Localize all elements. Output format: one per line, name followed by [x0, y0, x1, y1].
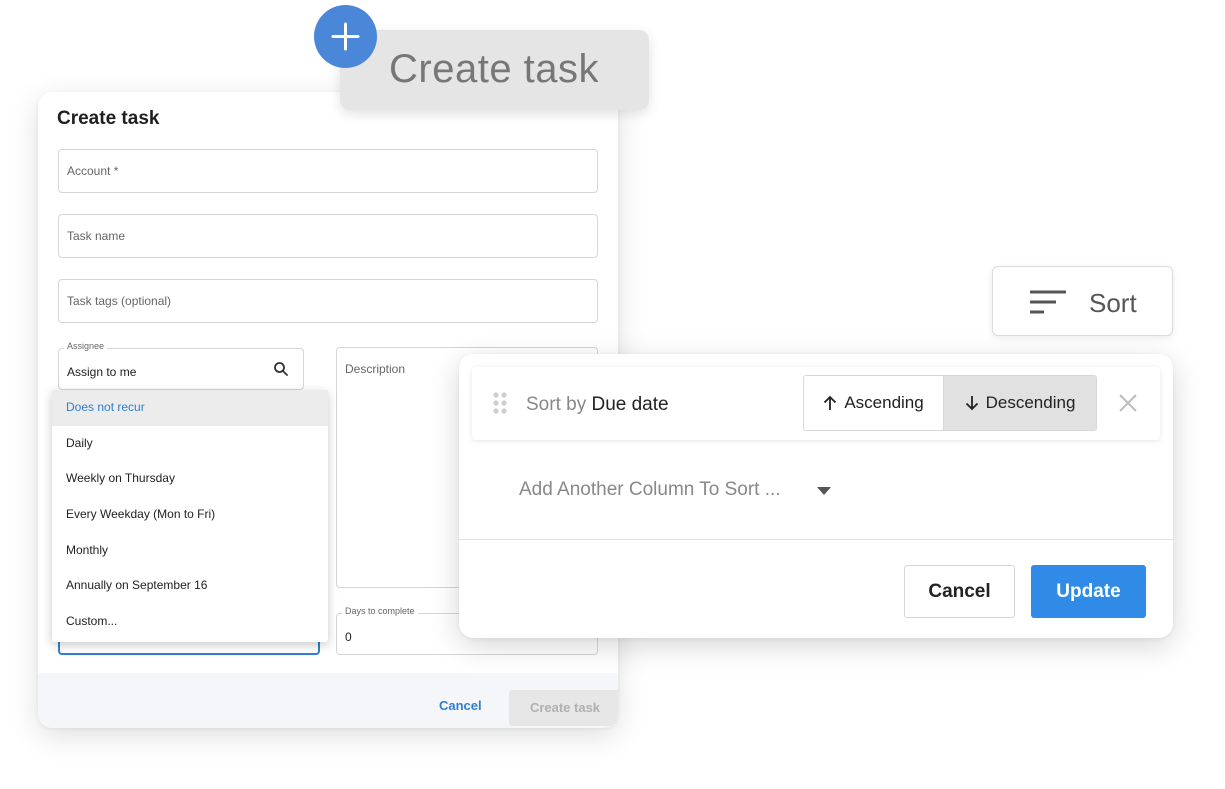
drag-handle-icon[interactable] — [492, 391, 508, 415]
sort-rule-row: Sort by Due date Ascending Descending — [472, 367, 1160, 440]
description-placeholder: Description — [345, 362, 406, 376]
task-name-field[interactable]: Task name — [58, 214, 598, 258]
ascending-label: Ascending — [844, 393, 924, 412]
descending-button[interactable]: Descending — [944, 376, 1096, 430]
days-to-complete-label: Days to complete — [342, 606, 418, 616]
sort-button[interactable]: Sort — [992, 266, 1173, 336]
task-tags-placeholder: Task tags (optional) — [67, 294, 172, 308]
account-placeholder: Account * — [67, 164, 119, 178]
task-tags-field[interactable]: Task tags (optional) — [58, 279, 598, 323]
recurrence-option[interactable]: Daily — [52, 426, 328, 462]
assignee-field[interactable]: Assignee Assign to me — [58, 341, 304, 390]
sort-panel: Sort by Due date Ascending Descending Ad… — [459, 354, 1173, 638]
ascending-button[interactable]: Ascending — [804, 376, 945, 430]
sort-lines-icon — [1030, 290, 1066, 314]
recurrence-option[interactable]: Does not recur — [52, 390, 328, 426]
cancel-button[interactable]: Cancel — [904, 565, 1015, 618]
arrow-up-icon — [824, 395, 837, 410]
search-icon[interactable] — [273, 361, 289, 377]
cancel-link[interactable]: Cancel — [439, 698, 482, 713]
divider — [459, 539, 1173, 540]
recurrence-option[interactable]: Weekly on Thursday — [52, 461, 328, 497]
recurrence-option[interactable]: Custom... — [52, 604, 328, 640]
plus-icon[interactable] — [314, 5, 377, 68]
add-sort-column-select[interactable]: Add Another Column To Sort ... — [519, 479, 781, 501]
dialog-footer: Cancel Create task — [38, 673, 618, 728]
close-icon[interactable] — [1118, 393, 1138, 413]
sort-by-column[interactable]: Due date — [591, 394, 668, 415]
recurrence-option[interactable]: Annually on September 16 — [52, 568, 328, 604]
dialog-title: Create task — [57, 108, 160, 129]
assignee-value: Assign to me — [67, 365, 137, 379]
recurrence-option[interactable]: Every Weekday (Mon to Fri) — [52, 497, 328, 533]
create-task-chip[interactable]: Create task — [340, 30, 649, 110]
assignee-label: Assignee — [64, 341, 108, 351]
task-name-placeholder: Task name — [67, 229, 126, 243]
days-to-complete-value: 0 — [345, 630, 352, 644]
update-button[interactable]: Update — [1031, 565, 1146, 618]
sort-by-text: Sort by Due date — [526, 394, 669, 416]
recurrence-dropdown: Does not recur Daily Weekly on Thursday … — [52, 390, 328, 642]
create-task-button[interactable]: Create task — [509, 690, 618, 726]
sort-button-label: Sort — [1089, 288, 1137, 318]
chevron-down-icon[interactable] — [816, 486, 832, 496]
arrow-down-icon — [965, 396, 978, 411]
recurrence-option[interactable]: Monthly — [52, 533, 328, 569]
descending-label: Descending — [985, 393, 1076, 412]
sort-by-prefix: Sort by — [526, 394, 587, 415]
account-field[interactable]: Account * — [58, 149, 598, 193]
create-task-chip-label: Create task — [389, 47, 600, 91]
sort-direction-toggle: Ascending Descending — [803, 375, 1097, 431]
